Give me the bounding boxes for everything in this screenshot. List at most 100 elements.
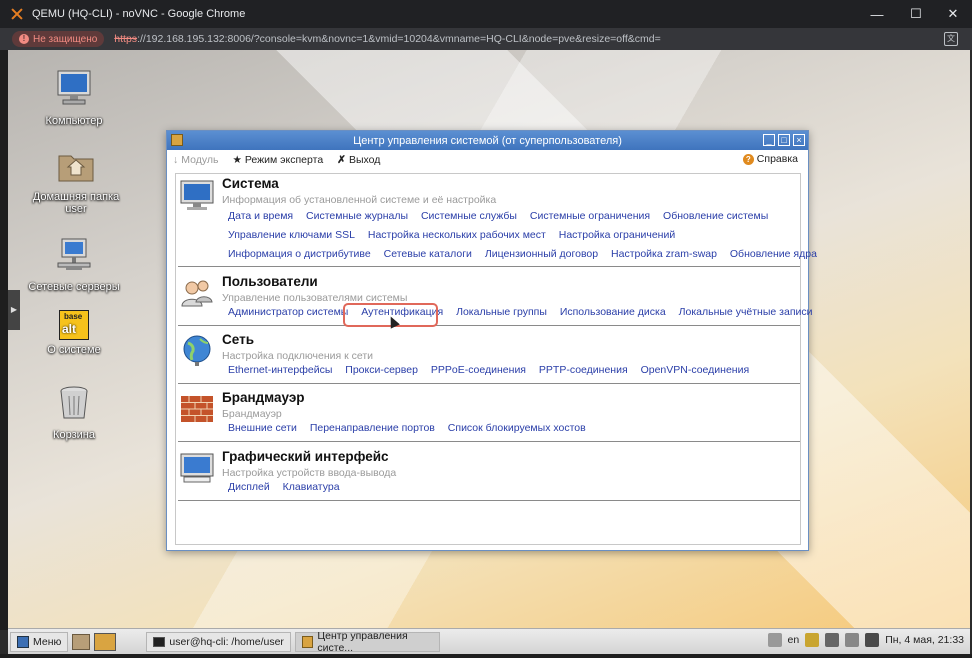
link-kernel-update[interactable]: Обновление ядра <box>730 248 817 260</box>
volume-icon[interactable] <box>825 633 840 647</box>
section-title: Брандмауэр <box>222 390 305 405</box>
link-restrictions[interactable]: Настройка ограничений <box>559 229 675 241</box>
desktop-icon-home[interactable]: Домашняя папка user <box>24 146 128 215</box>
section-divider <box>178 325 800 326</box>
links-row: Дисплей Клавиатура <box>228 481 350 493</box>
exit-button[interactable]: ✗ Выход <box>337 154 380 166</box>
logo-text-alt: alt <box>62 322 77 336</box>
translate-icon[interactable]: 文 <box>944 32 958 46</box>
maximize-button[interactable]: ☐ <box>897 0 935 28</box>
link-date-time[interactable]: Дата и время <box>228 210 293 222</box>
window-minimize-button[interactable]: _ <box>763 134 775 146</box>
section-description: Настройка подключения к сети <box>222 350 374 362</box>
clock[interactable]: Пн, 4 мая, 21:33 <box>885 634 964 646</box>
keyboard-layout-indicator[interactable]: en <box>788 634 800 646</box>
link-display[interactable]: Дисплей <box>228 481 270 493</box>
link-ethernet[interactable]: Ethernet-интерфейсы <box>228 364 332 376</box>
desktop-icon-computer[interactable]: Компьютер <box>24 68 124 127</box>
logo-text-base: base <box>64 312 83 321</box>
window-close-button[interactable]: × <box>793 134 805 146</box>
desktop-icon-network[interactable]: Сетевые серверы <box>24 236 124 293</box>
desktop-icon-about[interactable]: base alt О системе <box>24 310 124 356</box>
link-license[interactable]: Лицензионный договор <box>485 248 598 260</box>
globe-icon <box>183 335 211 366</box>
link-network-dirs[interactable]: Сетевые каталоги <box>384 248 472 260</box>
security-badge[interactable]: ! Не защищено <box>12 31 105 47</box>
proxmox-logo-icon <box>10 7 24 21</box>
module-button[interactable]: ↓ Модуль <box>173 154 218 166</box>
link-multiseat[interactable]: Настройка нескольких рабочих мест <box>368 229 546 241</box>
modules-panel: Система Информация об установленной сист… <box>175 173 817 545</box>
users-icon <box>181 280 213 307</box>
expert-mode-button[interactable]: ★ Режим эксперта <box>232 154 323 166</box>
minimize-button[interactable]: — <box>858 0 896 28</box>
section-description: Информация об установленной системе и её… <box>222 194 497 206</box>
link-system-services[interactable]: Системные службы <box>421 210 517 222</box>
task-control-center[interactable]: Центр управления систе... <box>295 630 441 654</box>
url-text[interactable]: https://192.168.195.132:8006/?console=kv… <box>114 33 660 45</box>
link-keyboard[interactable]: Клавиатура <box>283 481 340 493</box>
desktop-icon-label: Домашняя папка user <box>32 191 120 215</box>
section-divider <box>178 500 800 501</box>
control-center-window: Центр управления системой (от суперпольз… <box>166 130 817 551</box>
clipboard-icon[interactable] <box>845 633 860 647</box>
address-bar[interactable]: ! Не защищено https://192.168.195.132:80… <box>0 28 972 50</box>
browser-title: QEMU (HQ-CLI) - noVNC - Google Chrome <box>32 8 246 20</box>
link-proxy[interactable]: Прокси-сервер <box>345 364 418 376</box>
task-terminal[interactable]: user@hq-cli: /home/user <box>146 631 292 652</box>
link-system-limits[interactable]: Системные ограничения <box>530 210 650 222</box>
link-pppoe[interactable]: PPPoE-соединения <box>431 364 526 376</box>
window-toolbar: ↓ Модуль ★ Режим эксперта ✗ Выход ? Спра… <box>167 150 808 170</box>
link-system-logs[interactable]: Системные журналы <box>306 210 408 222</box>
link-local-groups[interactable]: Локальные группы <box>456 306 547 318</box>
section-users: Пользователи Управление пользователями с… <box>178 274 812 326</box>
link-local-accounts[interactable]: Локальные учётные записи <box>679 306 813 318</box>
firewall-icon <box>181 396 213 422</box>
link-port-forwarding[interactable]: Перенаправление портов <box>310 422 435 434</box>
window-maximize-button[interactable]: □ <box>778 134 790 146</box>
file-manager-launcher-icon[interactable] <box>72 633 91 650</box>
link-system-update[interactable]: Обновление системы <box>663 210 768 222</box>
vnc-bottom-border <box>0 654 972 658</box>
links-row: Ethernet-интерфейсы Прокси-сервер PPPoE-… <box>228 364 759 376</box>
link-system-admin[interactable]: Администратор системы <box>228 306 348 318</box>
computer-icon <box>57 70 91 105</box>
section-divider <box>178 383 800 384</box>
link-blocked-hosts[interactable]: Список блокируемых хостов <box>448 422 586 434</box>
base-alt-icon: base alt <box>59 310 89 340</box>
expert-mode-label: Режим эксперта <box>244 154 324 166</box>
section-description: Брандмауэр <box>222 408 282 420</box>
section-title: Система <box>222 176 279 191</box>
link-zram-swap[interactable]: Настройка zram-swap <box>611 248 717 260</box>
link-disk-usage[interactable]: Использование диска <box>560 306 666 318</box>
trash-icon <box>60 386 88 419</box>
close-button[interactable]: ✕ <box>934 0 972 28</box>
exit-label: Выход <box>348 154 381 166</box>
section-divider <box>178 441 800 442</box>
section-description: Настройка устройств ввода-вывода <box>222 467 397 479</box>
system-tray: en Пн, 4 мая, 21:33 <box>767 633 964 647</box>
section-title: Пользователи <box>222 274 318 289</box>
link-external-networks[interactable]: Внешние сети <box>228 422 297 434</box>
notes-icon[interactable] <box>767 633 782 647</box>
start-menu-button[interactable]: Меню <box>10 631 69 652</box>
links-row: Дата и время Системные журналы Системные… <box>228 210 778 222</box>
desktop-icon-trash[interactable]: Корзина <box>24 384 124 441</box>
monitor-icon <box>180 180 214 210</box>
section-firewall: Брандмауэр Брандмауэр Внешние сети Перен… <box>178 390 800 442</box>
link-openvpn[interactable]: OpenVPN-соединения <box>641 364 750 376</box>
display-icon <box>180 453 214 483</box>
section-gui: Графический интерфейс Настройка устройст… <box>178 449 800 501</box>
link-distro-info[interactable]: Информация о дистрибутиве <box>228 248 371 260</box>
help-button[interactable]: ? Справка <box>742 153 798 165</box>
update-icon[interactable] <box>805 633 820 647</box>
section-network: Сеть Настройка подключения к сети Ethern… <box>178 332 800 384</box>
network-icon[interactable] <box>865 633 880 647</box>
control-center-launcher-icon[interactable] <box>94 632 117 651</box>
window-title-bar[interactable]: Центр управления системой (от суперпольз… <box>167 131 808 150</box>
links-row: Администратор системы Аутентификация Лок… <box>228 306 822 318</box>
url-scheme: https <box>114 33 138 45</box>
link-pptp[interactable]: PPTP-соединения <box>539 364 628 376</box>
novnc-sidebar-handle[interactable]: ▶ <box>8 290 20 330</box>
link-ssl-keys[interactable]: Управление ключами SSL <box>228 229 355 241</box>
